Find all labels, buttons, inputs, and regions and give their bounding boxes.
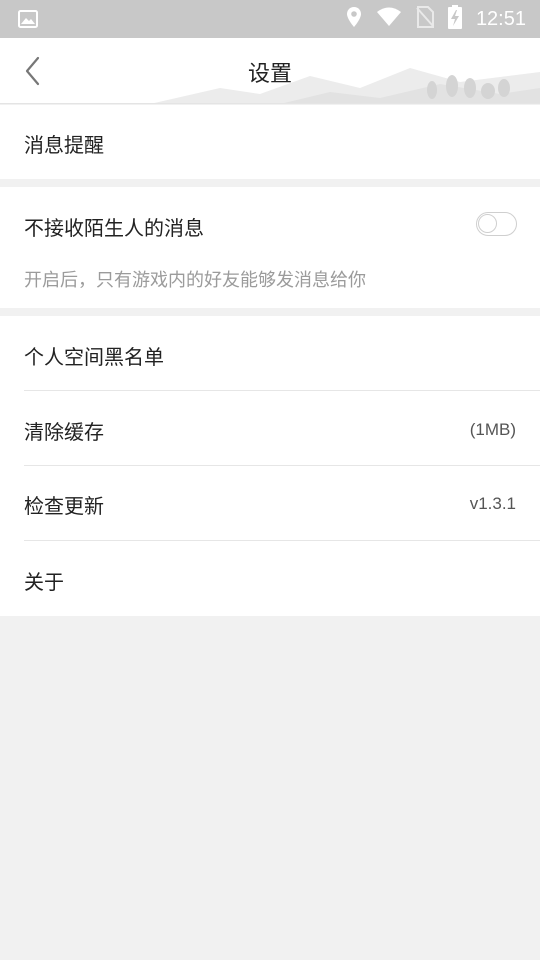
- stranger-message-label: 不接收陌生人的消息: [24, 216, 204, 240]
- image-icon: [18, 10, 38, 32]
- clear-cache-row[interactable]: 清除缓存 (1MB): [0, 391, 540, 465]
- wifi-icon: [376, 7, 402, 31]
- blacklist-label: 个人空间黑名单: [24, 345, 164, 369]
- check-update-label: 检查更新: [24, 494, 104, 518]
- stranger-message-toggle[interactable]: [476, 212, 517, 236]
- location-icon: [346, 6, 362, 32]
- about-label: 关于: [24, 570, 64, 594]
- status-bar: 12:51: [0, 0, 540, 38]
- stranger-message-description: 开启后，只有游戏内的好友能够发消息给你: [24, 270, 366, 291]
- clock-time: 12:51: [475, 7, 526, 30]
- version-value: v1.3.1: [469, 494, 516, 513]
- toggle-knob: [478, 214, 497, 233]
- battery-charging-icon: [447, 5, 462, 33]
- page-title: 设置: [247, 62, 292, 87]
- settings-list: 个人空间黑名单 清除缓存 (1MB) 检查更新 v1.3.1 关于: [0, 316, 540, 616]
- stranger-message-section: 不接收陌生人的消息 开启后，只有游戏内的好友能够发消息给你: [0, 187, 540, 308]
- notification-settings-label: 消息提醒: [24, 133, 104, 157]
- notification-settings-row[interactable]: 消息提醒: [0, 105, 540, 179]
- about-row[interactable]: 关于: [0, 541, 540, 616]
- blacklist-row[interactable]: 个人空间黑名单: [0, 316, 540, 390]
- no-sim-icon: [416, 6, 434, 32]
- cache-size-value: (1MB): [469, 420, 516, 439]
- app-header: 设置: [0, 38, 540, 104]
- clear-cache-label: 清除缓存: [24, 420, 104, 444]
- check-update-row[interactable]: 检查更新 v1.3.1: [0, 466, 540, 540]
